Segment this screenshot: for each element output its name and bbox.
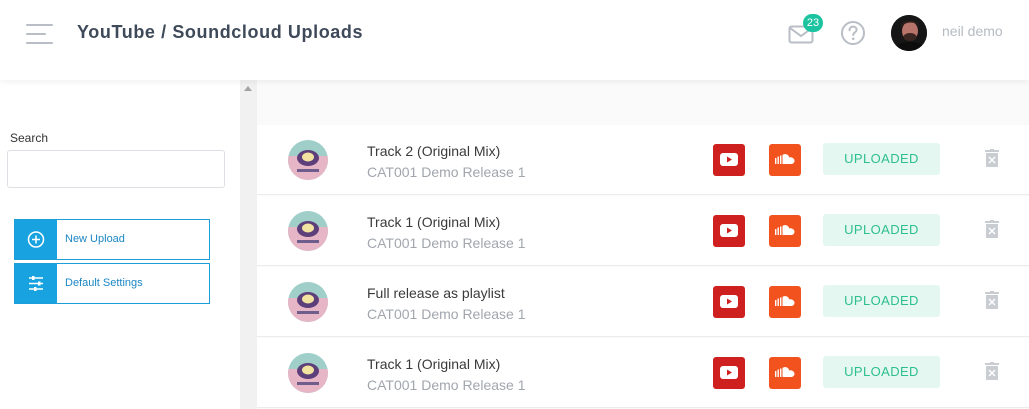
youtube-icon (720, 295, 738, 308)
scroll-up-icon[interactable] (244, 86, 252, 91)
youtube-icon (720, 366, 738, 379)
soundcloud-icon (775, 367, 795, 377)
release-name: CAT001 Demo Release 1 (367, 377, 526, 393)
youtube-icon (720, 224, 738, 237)
youtube-icon (720, 153, 738, 166)
plus-circle-icon (15, 220, 57, 259)
default-settings-button[interactable]: Default Settings (14, 263, 210, 304)
youtube-button[interactable] (713, 357, 745, 389)
soundcloud-button[interactable] (769, 144, 801, 176)
upload-row: Track 1 (Original Mix) CAT001 Demo Relea… (257, 196, 1029, 266)
upload-row: Full release as playlist CAT001 Demo Rel… (257, 267, 1029, 337)
menu-toggle-icon[interactable] (26, 24, 53, 44)
new-upload-button[interactable]: New Upload (14, 219, 210, 260)
youtube-button[interactable] (713, 144, 745, 176)
release-cover[interactable] (288, 140, 328, 180)
upload-row: Track 2 (Original Mix) CAT001 Demo Relea… (257, 125, 1029, 195)
release-name: CAT001 Demo Release 1 (367, 306, 526, 322)
release-name: CAT001 Demo Release 1 (367, 235, 526, 251)
search-input[interactable] (7, 150, 225, 188)
track-title: Track 1 (Original Mix) (367, 356, 501, 372)
user-name[interactable]: neil demo (942, 23, 1003, 39)
track-title: Track 1 (Original Mix) (367, 214, 501, 230)
soundcloud-icon (775, 296, 795, 306)
release-name: CAT001 Demo Release 1 (367, 164, 526, 180)
trash-icon[interactable] (985, 362, 999, 380)
youtube-button[interactable] (713, 286, 745, 318)
soundcloud-icon (775, 225, 795, 235)
soundcloud-icon (775, 154, 795, 164)
track-title: Full release as playlist (367, 285, 505, 301)
help-icon[interactable] (840, 20, 866, 46)
status-badge: UPLOADED (823, 356, 940, 388)
uploads-list: Track 2 (Original Mix) CAT001 Demo Relea… (257, 80, 1029, 409)
sliders-icon (15, 264, 57, 303)
top-header: YouTube / Soundcloud Uploads 23 neil dem… (0, 0, 1029, 80)
release-cover[interactable] (288, 282, 328, 322)
track-title: Track 2 (Original Mix) (367, 143, 501, 159)
release-cover[interactable] (288, 211, 328, 251)
soundcloud-button[interactable] (769, 215, 801, 247)
youtube-button[interactable] (713, 215, 745, 247)
status-badge: UPLOADED (823, 143, 940, 175)
soundcloud-button[interactable] (769, 357, 801, 389)
trash-icon[interactable] (985, 291, 999, 309)
new-upload-label: New Upload (65, 233, 125, 245)
trash-icon[interactable] (985, 220, 999, 238)
status-badge: UPLOADED (823, 214, 940, 246)
release-cover[interactable] (288, 353, 328, 393)
user-avatar[interactable] (891, 15, 927, 51)
notification-badge: 23 (803, 14, 823, 32)
upload-row: Track 1 (Original Mix) CAT001 Demo Relea… (257, 338, 1029, 408)
sidebar-scrollbar[interactable] (240, 80, 257, 409)
soundcloud-button[interactable] (769, 286, 801, 318)
sidebar: Search New Upload Default Settings (0, 80, 240, 409)
trash-icon[interactable] (985, 149, 999, 167)
page-title: YouTube / Soundcloud Uploads (77, 22, 364, 42)
status-badge: UPLOADED (823, 285, 940, 317)
search-label: Search (10, 131, 49, 145)
default-settings-label: Default Settings (65, 277, 143, 289)
